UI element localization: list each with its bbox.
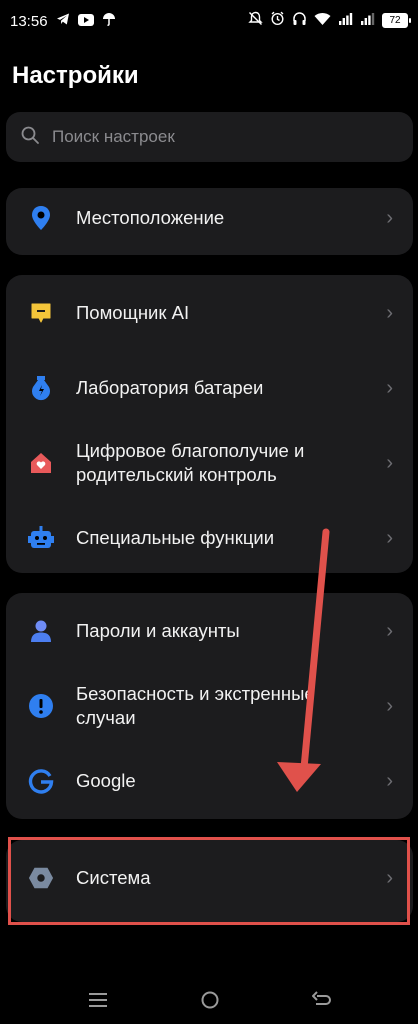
- annotation-arrow: [277, 528, 330, 792]
- back-icon[interactable]: [307, 985, 337, 1015]
- navigation-bar: [0, 985, 418, 1015]
- menu-icon[interactable]: [83, 985, 113, 1015]
- home-icon[interactable]: [195, 985, 225, 1015]
